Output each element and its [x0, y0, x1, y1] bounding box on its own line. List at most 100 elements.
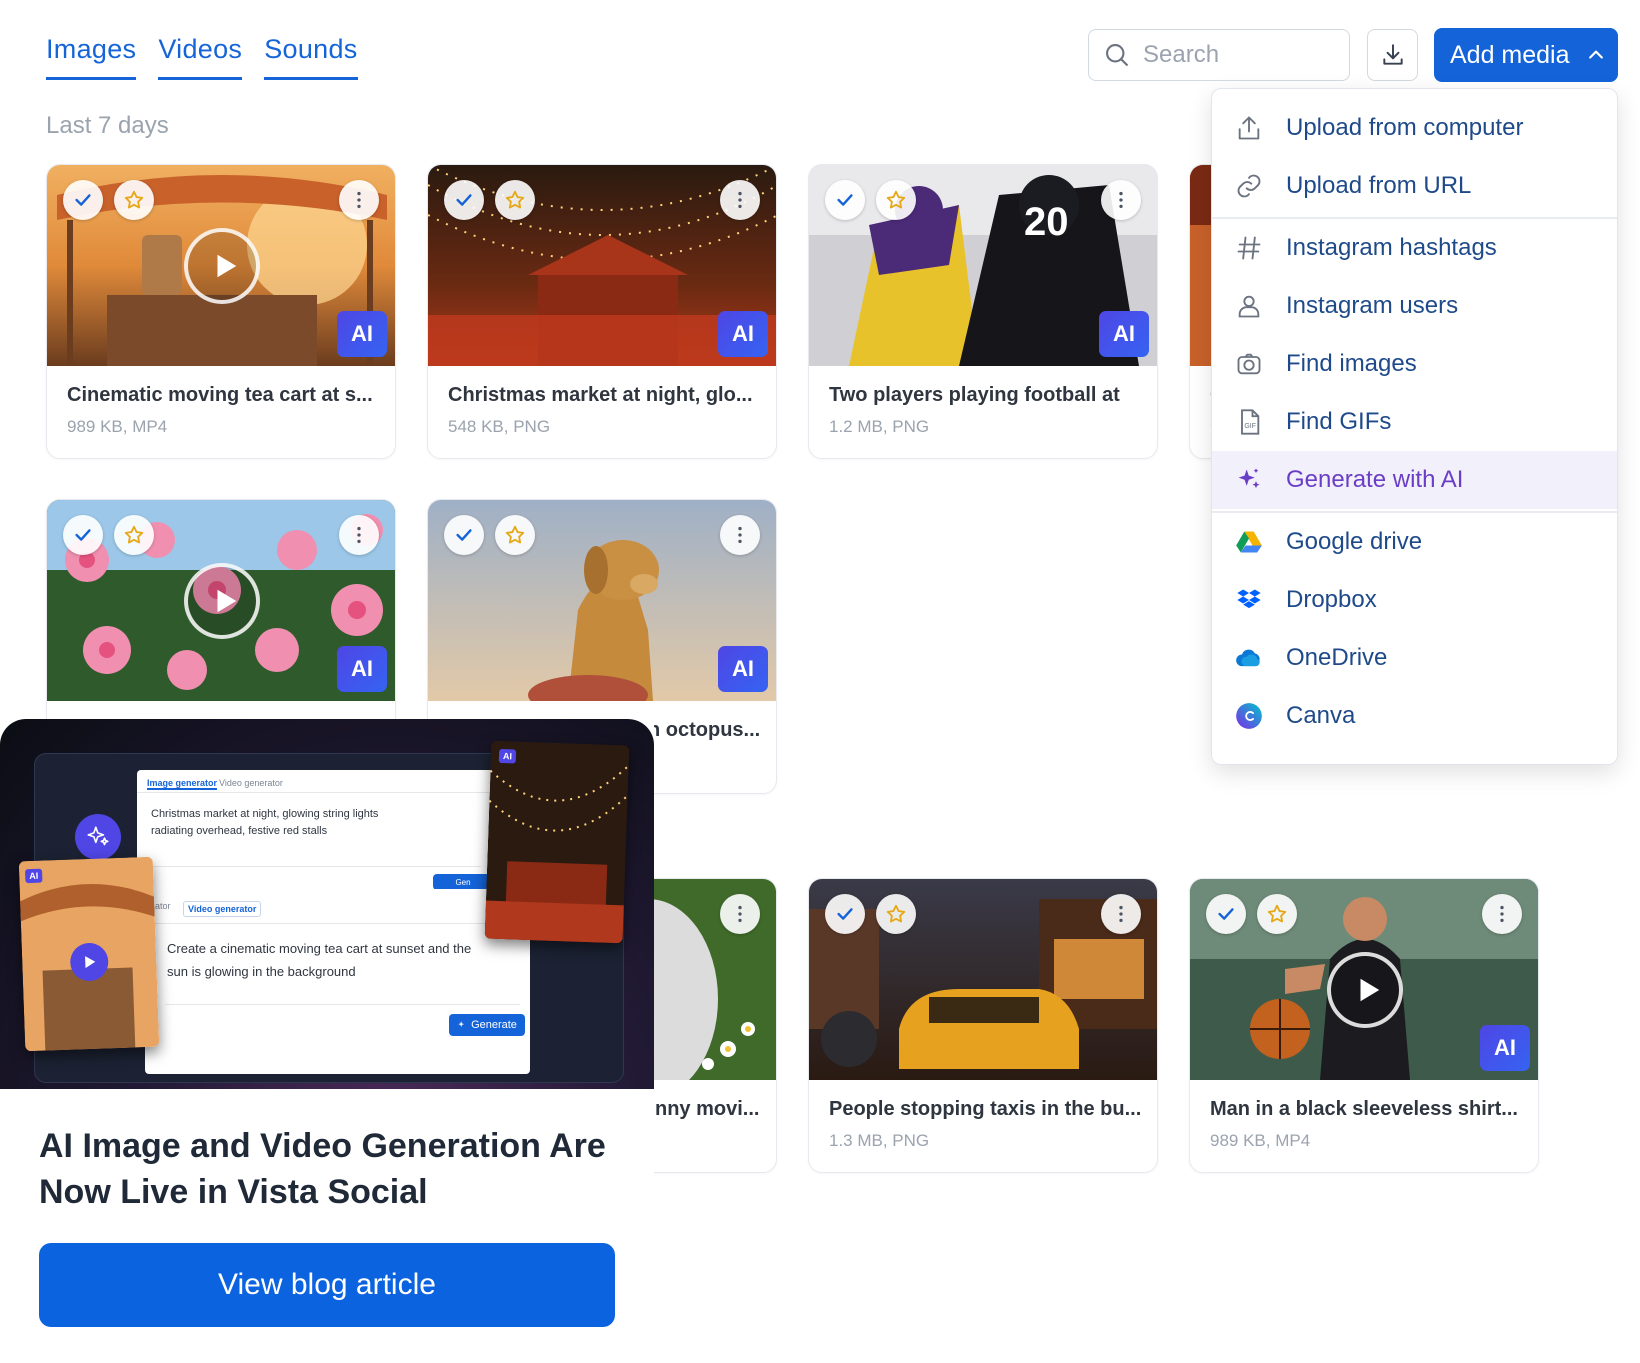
menu-item-label: OneDrive [1286, 644, 1388, 671]
section-title: Last 7 days [46, 112, 169, 139]
more-options-button[interactable] [1482, 894, 1522, 934]
onedrive-icon [1234, 643, 1264, 673]
menu-item-onedrive[interactable]: OneDrive [1212, 629, 1617, 687]
ai-badge: AI [25, 868, 43, 884]
download-button[interactable] [1367, 29, 1418, 81]
image-prompt-text: Christmas market at night, glowing strin… [151, 808, 379, 837]
ai-badge: AI [1480, 1025, 1530, 1071]
check-icon [837, 194, 853, 206]
gif-file-icon: GIF [1234, 407, 1264, 437]
menu-item-label: Instagram hashtags [1286, 234, 1497, 261]
menu-item-upload-computer[interactable]: Upload from computer [1212, 99, 1617, 157]
select-checkbox[interactable] [63, 180, 103, 220]
download-icon [1382, 44, 1403, 65]
search-input[interactable] [1143, 41, 1323, 69]
card-title: Cinematic moving tea cart at s... [67, 384, 373, 406]
tab-sounds[interactable]: Sounds [264, 34, 358, 80]
more-options-button[interactable] [339, 515, 379, 555]
chevron-up-icon [1588, 50, 1603, 59]
media-card[interactable]: 20 AI Two players playing football at 1.… [808, 164, 1158, 459]
card-meta: 1.2 MB, PNG [829, 417, 930, 436]
floating-image-christmas: AI [484, 740, 630, 944]
floating-image-tea-cart: AI [18, 856, 160, 1052]
kebab-menu-icon [1119, 905, 1123, 923]
menu-item-instagram-users[interactable]: Instagram users [1212, 277, 1617, 335]
more-options-button[interactable] [1101, 894, 1141, 934]
user-icon [1234, 291, 1264, 321]
menu-item-instagram-hashtags[interactable]: Instagram hashtags [1212, 219, 1617, 277]
menu-item-google-drive[interactable]: Google drive [1212, 513, 1617, 571]
favorite-button[interactable] [114, 180, 154, 220]
kebab-menu-icon [1119, 191, 1123, 209]
media-card[interactable]: AI Man in a black sleeveless shirt... 98… [1189, 878, 1539, 1173]
menu-item-label: Upload from URL [1286, 172, 1472, 199]
star-icon [505, 190, 525, 209]
menu-item-label: Google drive [1286, 528, 1423, 555]
more-options-button[interactable] [720, 180, 760, 220]
more-options-button[interactable] [720, 515, 760, 555]
star-icon [505, 525, 525, 544]
star-icon [1267, 904, 1287, 923]
select-checkbox[interactable] [444, 515, 484, 555]
camera-icon [1234, 349, 1264, 379]
more-options-button[interactable] [1101, 180, 1141, 220]
menu-item-label: Canva [1286, 702, 1356, 729]
play-icon[interactable] [1327, 952, 1403, 1028]
video-generator-panel: ator Video generator Create a cinematic … [145, 889, 530, 1074]
favorite-button[interactable] [114, 515, 154, 555]
play-icon[interactable] [184, 228, 260, 304]
favorite-button[interactable] [495, 180, 535, 220]
image-generator-panel: Image generator Video generator Christma… [137, 770, 497, 890]
favorite-button[interactable] [876, 180, 916, 220]
card-meta: 989 KB, MP4 [67, 417, 168, 436]
kebab-menu-icon [357, 191, 361, 209]
menu-item-label: Find images [1286, 350, 1417, 377]
card-title: People stopping taxis in the bu... [829, 1098, 1142, 1120]
check-icon [456, 194, 472, 206]
favorite-button[interactable] [876, 894, 916, 934]
ai-badge: AI [718, 646, 768, 692]
kebab-menu-icon [738, 905, 742, 923]
ai-badge: AI [337, 646, 387, 692]
kebab-menu-icon [1500, 905, 1504, 923]
kebab-menu-icon [357, 526, 361, 544]
media-card[interactable]: AI Cinematic moving tea cart at s... 989… [46, 164, 396, 459]
media-card[interactable]: People stopping taxis in the bu... 1.3 M… [808, 878, 1158, 1173]
promo-panel: Image generator Video generator Christma… [0, 719, 654, 1363]
view-blog-article-button[interactable]: View blog article [39, 1243, 615, 1327]
select-checkbox[interactable] [63, 515, 103, 555]
menu-item-generate-ai[interactable]: Generate with AI [1212, 451, 1617, 509]
menu-item-canva[interactable]: Canva [1212, 687, 1617, 745]
add-media-menu: Upload from computer Upload from URL Ins… [1211, 88, 1618, 765]
menu-item-dropbox[interactable]: Dropbox [1212, 571, 1617, 629]
media-card[interactable]: AI Christmas market at night, glo... 548… [427, 164, 777, 459]
card-title: Christmas market at night, glo... [448, 384, 753, 406]
menu-item-find-gifs[interactable]: GIF Find GIFs [1212, 393, 1617, 451]
menu-item-label: Find GIFs [1286, 408, 1392, 435]
select-checkbox[interactable] [1206, 894, 1246, 934]
card-title: Man in a black sleeveless shirt... [1210, 1098, 1518, 1120]
select-checkbox[interactable] [825, 894, 865, 934]
favorite-button[interactable] [495, 515, 535, 555]
tab-images[interactable]: Images [46, 34, 137, 80]
add-media-button[interactable]: Add media [1434, 28, 1618, 82]
more-options-button[interactable] [339, 180, 379, 220]
select-checkbox[interactable] [825, 180, 865, 220]
menu-item-find-images[interactable]: Find images [1212, 335, 1617, 393]
tab-video-generator-left: ator [155, 901, 171, 911]
search-icon [1106, 44, 1129, 67]
promo-title: AI Image and Video Generation Are Now Li… [39, 1127, 606, 1211]
ai-badge: AI [337, 311, 387, 357]
check-icon [1218, 908, 1234, 920]
star-icon [886, 904, 906, 923]
add-media-label: Add media [1450, 40, 1570, 69]
favorite-button[interactable] [1257, 894, 1297, 934]
select-checkbox[interactable] [444, 180, 484, 220]
upload-icon [1234, 113, 1264, 143]
menu-item-label: Instagram users [1286, 292, 1459, 319]
generate-button: Generate [449, 1014, 525, 1036]
play-icon[interactable] [184, 563, 260, 639]
more-options-button[interactable] [720, 894, 760, 934]
tab-videos[interactable]: Videos [158, 34, 243, 80]
menu-item-upload-url[interactable]: Upload from URL [1212, 157, 1617, 215]
